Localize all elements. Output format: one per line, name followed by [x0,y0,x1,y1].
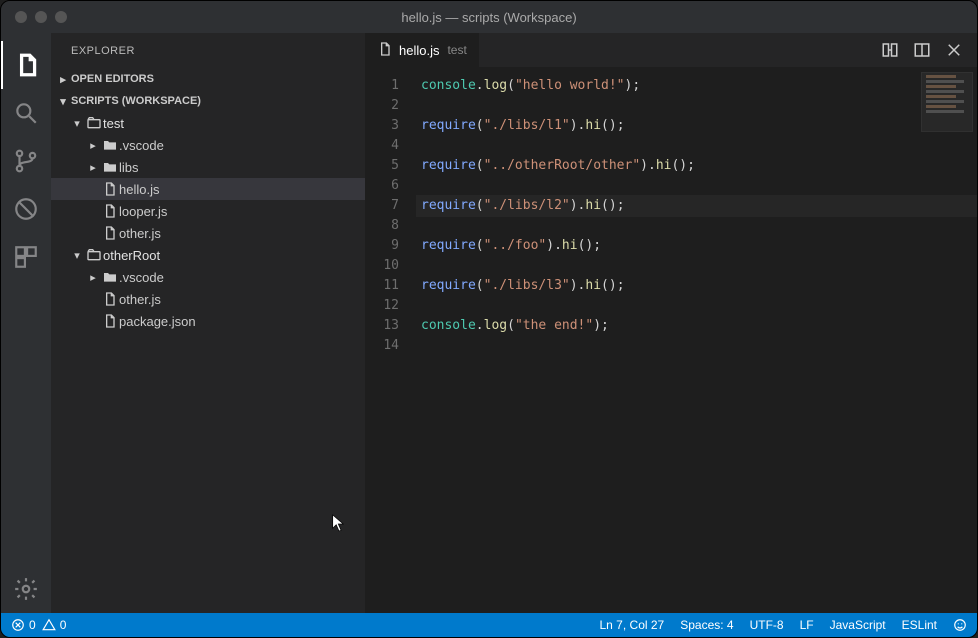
open-editors-label: OPEN EDITORS [71,73,154,85]
status-encoding[interactable]: UTF-8 [750,618,784,632]
open-editors-section[interactable]: ▸ OPEN EDITORS [51,68,365,90]
smiley-icon [953,618,967,632]
search-icon [13,100,39,126]
status-warnings[interactable]: 0 [42,618,67,632]
compare-changes-button[interactable] [881,41,899,59]
chevron-right-icon: ▸ [85,271,101,284]
tree-item-label: hello.js [119,182,159,197]
tree-folder-root[interactable]: ▾ otherRoot [51,244,365,266]
line-gutter: 1234567891011121314 [365,68,417,613]
tree-item-label: other.js [119,226,161,241]
settings-activity[interactable] [1,565,51,613]
chevron-right-icon: ▸ [55,73,71,86]
tree-file[interactable]: looper.js [51,200,365,222]
split-diff-icon [881,41,899,59]
scm-activity[interactable] [1,137,51,185]
file-icon [101,313,119,329]
branch-icon [13,148,39,174]
workspace-section[interactable]: ▾ SCRIPTS (WORKSPACE) [51,90,365,112]
root-folder-icon [85,247,103,263]
maximize-window-button[interactable] [55,11,67,23]
status-cursor[interactable]: Ln 7, Col 27 [600,618,665,632]
file-icon [101,291,119,307]
tree-item-label: .vscode [119,138,164,153]
workspace-label: SCRIPTS (WORKSPACE) [71,95,201,107]
activity-bar [1,33,51,613]
tree-file[interactable]: package.json [51,310,365,332]
split-editor-button[interactable] [913,41,931,59]
error-icon [11,618,25,632]
tree-folder[interactable]: ▸ libs [51,156,365,178]
tree-folder[interactable]: ▸ .vscode [51,266,365,288]
file-icon [101,181,119,197]
sidebar: EXPLORER ▸ OPEN EDITORS ▾ SCRIPTS (WORKS… [51,33,365,613]
more-actions-button[interactable] [945,41,963,59]
explorer-activity[interactable] [1,41,51,89]
chevron-down-icon: ▾ [55,95,71,108]
file-icon [377,41,393,60]
status-eol[interactable]: LF [800,618,814,632]
chevron-down-icon: ▾ [69,117,85,130]
tab-desc: test [447,43,466,57]
tree-item-label: libs [119,160,139,175]
files-icon [14,52,40,78]
editor-tab[interactable]: hello.js test [365,33,479,68]
status-feedback[interactable] [953,618,967,632]
minimize-window-button[interactable] [35,11,47,23]
tree-folder-root[interactable]: ▾ test [51,112,365,134]
tree-file[interactable]: other.js [51,222,365,244]
chevron-right-icon: ▸ [85,161,101,174]
tree-file[interactable]: other.js [51,288,365,310]
warning-count: 0 [60,618,67,632]
file-icon [101,203,119,219]
debug-activity[interactable] [1,185,51,233]
extensions-icon [13,244,39,270]
tree-item-label: .vscode [119,270,164,285]
sidebar-title: EXPLORER [51,33,365,68]
chevron-down-icon: ▾ [69,249,85,262]
status-errors[interactable]: 0 [11,618,36,632]
tree-folder[interactable]: ▸ .vscode [51,134,365,156]
root-folder-icon [85,115,103,131]
minimap[interactable] [921,72,973,132]
search-activity[interactable] [1,89,51,137]
tree-item-label: other.js [119,292,161,307]
status-linter[interactable]: ESLint [902,618,937,632]
error-count: 0 [29,618,36,632]
status-language[interactable]: JavaScript [830,618,886,632]
editor: hello.js test 1234567891011121314 [365,33,977,613]
tree-file[interactable]: hello.js [51,178,365,200]
tree-item-label: otherRoot [103,248,160,263]
folder-icon [101,137,119,153]
file-icon [101,225,119,241]
tree-item-label: looper.js [119,204,167,219]
warning-icon [42,618,56,632]
gear-icon [13,576,39,602]
window-controls [15,11,67,23]
window-title: hello.js — scripts (Workspace) [1,10,977,25]
folder-icon [101,159,119,175]
title-bar: hello.js — scripts (Workspace) [1,1,977,33]
tab-bar: hello.js test [365,33,977,68]
status-bar: 0 0 Ln 7, Col 27 Spaces: 4 UTF-8 LF Java… [1,613,977,637]
status-indent[interactable]: Spaces: 4 [680,618,733,632]
code-content[interactable]: console.log("hello world!");require("./l… [417,68,977,613]
tree-item-label: test [103,116,124,131]
bug-icon [13,196,39,222]
file-tree: ▾ test ▸ .vscode ▸ libs hello.js [51,112,365,613]
code-area[interactable]: 1234567891011121314 console.log("hello w… [365,68,977,613]
split-icon [913,41,931,59]
folder-icon [101,269,119,285]
tree-item-label: package.json [119,314,196,329]
close-icon [945,41,963,59]
chevron-right-icon: ▸ [85,139,101,152]
tab-filename: hello.js [399,43,439,58]
extensions-activity[interactable] [1,233,51,281]
close-window-button[interactable] [15,11,27,23]
